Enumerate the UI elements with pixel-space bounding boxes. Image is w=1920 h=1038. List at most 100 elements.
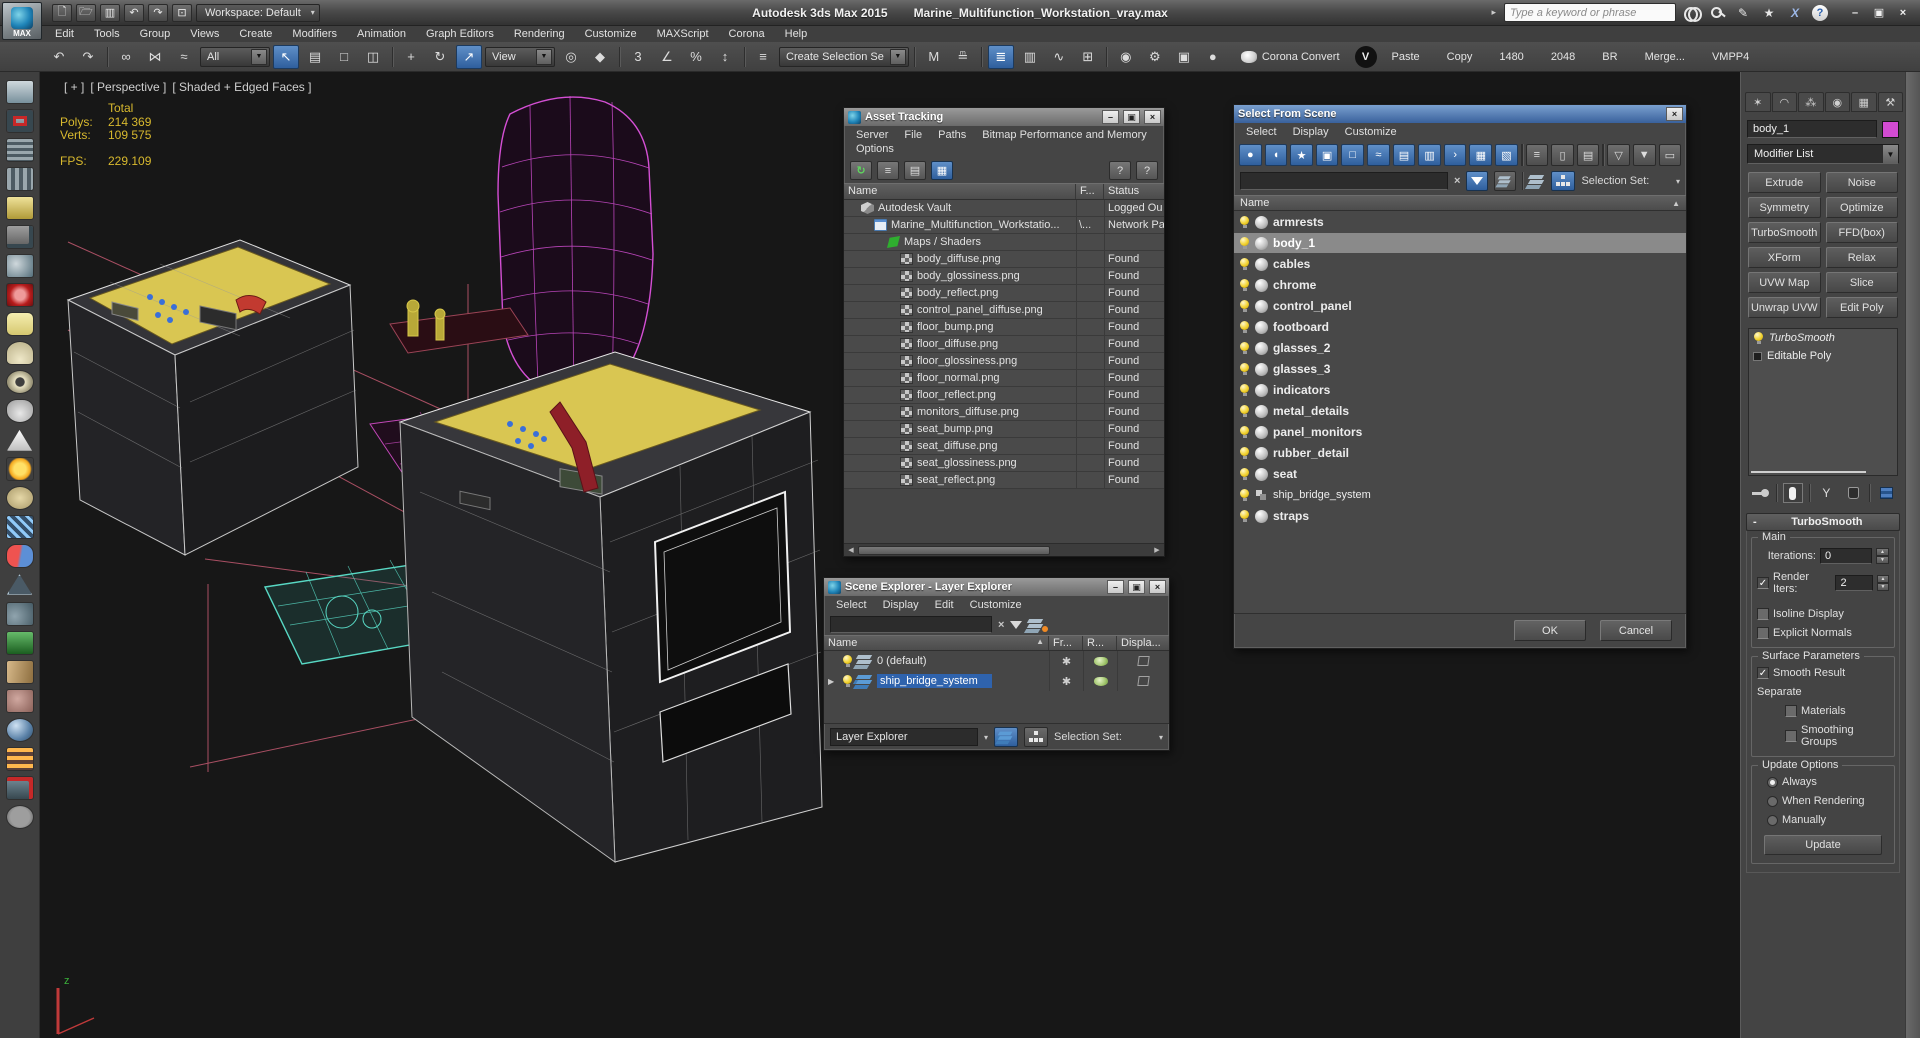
menu-item[interactable]: Paths <box>932 128 972 142</box>
scroll-left-icon[interactable]: ◀ <box>844 546 858 554</box>
rocks-icon[interactable] <box>5 602 34 626</box>
object-name-field[interactable]: body_1 <box>1747 120 1877 138</box>
layer-visibility-icon[interactable] <box>842 654 853 668</box>
materials-checkbox[interactable]: ✓ <box>1785 705 1797 717</box>
res-1480-button[interactable]: 1480 <box>1487 45 1535 69</box>
rollout-header[interactable]: - TurboSmooth <box>1746 513 1900 531</box>
ok-button[interactable]: OK <box>1514 620 1586 641</box>
angle-snap-icon[interactable]: ∠ <box>654 45 680 69</box>
modifier-button[interactable]: Noise <box>1825 172 1898 193</box>
object-row[interactable]: footboard <box>1234 317 1686 337</box>
hierarchy-mode-button[interactable] <box>1024 727 1049 747</box>
column-name[interactable]: Name <box>844 184 1076 199</box>
object-row[interactable]: straps <box>1234 506 1686 526</box>
manually-radio[interactable] <box>1767 814 1778 826</box>
maximize-button[interactable]: ▣ <box>1128 580 1145 594</box>
search-input[interactable] <box>1240 172 1448 190</box>
copy-button[interactable]: Copy <box>1435 45 1485 69</box>
hierarchy-toggle-button[interactable] <box>1551 171 1576 191</box>
display-bones-icon[interactable]: › <box>1443 144 1467 166</box>
communication-icon[interactable]: ✎ <box>1734 6 1752 20</box>
selection-set-dropdown[interactable]: Create Selection Se <box>779 46 909 67</box>
ring-icon[interactable] <box>5 370 34 394</box>
render-preview-icon[interactable] <box>5 80 34 104</box>
menu-item[interactable]: Edit <box>929 598 960 612</box>
camera-audio-icon[interactable] <box>5 225 34 249</box>
menu-item[interactable]: Animation <box>348 26 415 42</box>
cancel-button[interactable]: Cancel <box>1600 620 1672 641</box>
smoothing-groups-checkbox[interactable]: ✓ <box>1785 730 1797 742</box>
dome-icon[interactable] <box>5 341 34 365</box>
object-row[interactable]: body_1 <box>1234 233 1686 253</box>
mound-icon[interactable] <box>6 429 33 451</box>
display-icon[interactable] <box>1137 656 1150 666</box>
stack-item-turbosmooth[interactable]: TurboSmooth <box>1749 329 1897 347</box>
filter-save-icon[interactable]: ▼ <box>1632 144 1656 166</box>
render-iters-field[interactable]: 2 <box>1835 575 1874 591</box>
menu-item[interactable]: Select <box>1240 125 1283 139</box>
scrollbar-thumb[interactable] <box>858 545 1050 555</box>
tab-create[interactable]: ✶ <box>1745 92 1771 112</box>
display-helpers-icon[interactable]: □ <box>1341 144 1365 166</box>
restore-button[interactable]: ▣ <box>1868 5 1890 21</box>
layer-mode-button[interactable] <box>994 727 1019 747</box>
max-logo-button[interactable]: MAX <box>2 2 42 40</box>
select-object-icon[interactable]: ↖ <box>273 44 299 69</box>
redo-button[interactable]: ↷ <box>148 3 168 22</box>
viewport-shading-label[interactable]: [ Shaded + Edged Faces ] <box>172 80 311 94</box>
rendered-frame-icon[interactable]: ▣ <box>1171 45 1197 69</box>
mirror-icon[interactable]: M <box>921 45 947 69</box>
advanced-filter-button[interactable] <box>1494 171 1517 191</box>
asset-row[interactable]: body_glossiness.png Found <box>844 268 1164 285</box>
display-cameras-icon[interactable]: ▣ <box>1315 144 1339 166</box>
object-row[interactable]: seat <box>1234 464 1686 484</box>
merge-button[interactable]: Merge... <box>1633 45 1697 69</box>
modifier-button[interactable]: Extrude <box>1748 172 1821 193</box>
remove-modifier-icon[interactable] <box>1843 483 1864 503</box>
render-setup-icon[interactable]: ⚙ <box>1142 45 1168 69</box>
display-groups-icon[interactable]: ▤ <box>1392 144 1416 166</box>
help-icon[interactable]: ? <box>1812 4 1828 21</box>
object-row[interactable]: control_panel <box>1234 296 1686 316</box>
sun-icon[interactable] <box>5 457 34 481</box>
menu-item[interactable]: Rendering <box>505 26 574 42</box>
layers-icon[interactable] <box>1529 175 1545 187</box>
menu-item[interactable]: Display <box>1287 125 1335 139</box>
curve-editor-icon[interactable]: ∿ <box>1046 45 1072 69</box>
object-row[interactable]: glasses_2 <box>1234 338 1686 358</box>
menu-item[interactable]: Corona <box>720 26 774 42</box>
headlight-icon[interactable] <box>5 254 34 278</box>
menu-item[interactable]: Bitmap Performance and Memory <box>976 128 1152 142</box>
menu-item[interactable]: Customize <box>576 26 646 42</box>
menu-item[interactable]: Options <box>850 142 900 156</box>
menu-item[interactable]: Edit <box>46 26 83 42</box>
modifier-button[interactable]: Slice <box>1825 272 1898 293</box>
configure-modifier-sets-icon[interactable] <box>1876 483 1897 503</box>
filter-config-icon[interactable]: ▭ <box>1658 144 1682 166</box>
modifier-list-dropdown[interactable]: Modifier List ▼ <box>1747 144 1899 164</box>
rotate-icon[interactable]: ↻ <box>427 45 453 69</box>
menu-item[interactable]: Modifiers <box>283 26 346 42</box>
render-production-icon[interactable]: ● <box>1200 45 1226 69</box>
project-folder-button[interactable]: ⊡ <box>172 3 192 22</box>
asset-row[interactable]: body_diffuse.png Found <box>844 251 1164 268</box>
asset-row[interactable]: seat_bump.png Found <box>844 421 1164 438</box>
column-frozen[interactable]: Fr... <box>1049 636 1083 650</box>
display-spacewarps-icon[interactable]: ≈ <box>1367 144 1390 166</box>
corona-convert-button[interactable]: Corona Convert <box>1229 45 1352 69</box>
expand-stack-icon[interactable] <box>1753 351 1762 361</box>
menu-item[interactable]: Select <box>830 598 873 612</box>
scatter-icon[interactable] <box>5 515 34 539</box>
select-by-name-icon[interactable]: ▤ <box>302 45 328 69</box>
asset-tracking-titlebar[interactable]: Asset Tracking – ▣ × <box>844 108 1164 126</box>
column-display[interactable]: Displa... <box>1117 636 1169 650</box>
display-assemblies-icon[interactable]: ▧ <box>1495 144 1518 166</box>
spinner-snap-icon[interactable]: ↕ <box>712 45 738 69</box>
display-geometry-icon[interactable]: ● <box>1239 144 1262 166</box>
object-row[interactable]: rubber_detail <box>1234 443 1686 463</box>
snap-3d-icon[interactable]: 3 <box>625 45 651 69</box>
asset-row[interactable]: control_panel_diffuse.png Found <box>844 302 1164 319</box>
object-row[interactable]: ship_bridge_system <box>1234 485 1686 505</box>
menu-item[interactable]: Graph Editors <box>417 26 503 42</box>
framebuffer-icon[interactable] <box>5 109 34 133</box>
